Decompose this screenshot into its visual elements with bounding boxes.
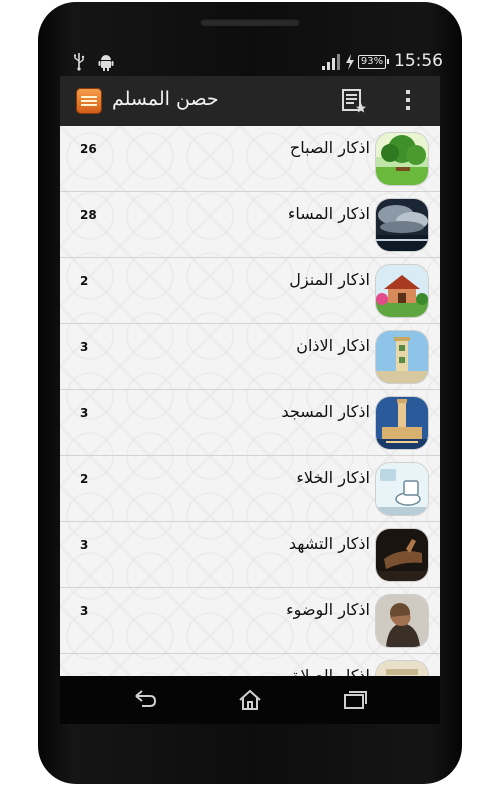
battery-indicator: 93% <box>358 55 389 69</box>
minaret-image <box>376 331 428 383</box>
prayer-image <box>376 661 428 676</box>
android-icon <box>98 55 114 71</box>
usb-icon <box>74 53 85 71</box>
home-icon[interactable] <box>237 688 263 712</box>
item-title: اذكار التشهد <box>288 534 370 553</box>
adhkar-list: 26 اذكار الصباح 28 اذكار المساء 2 اذكار … <box>60 126 440 676</box>
charging-bolt-icon <box>346 54 354 70</box>
item-title: اذكار المسجد <box>281 402 370 421</box>
list-item[interactable]: 28 اذكار المساء <box>60 192 440 258</box>
house-image <box>376 265 428 317</box>
item-title: اذكار الصلاة <box>292 666 370 676</box>
item-title: اذكار المنزل <box>289 270 370 289</box>
app-title: حصن المسلم <box>112 88 219 110</box>
item-title: اذكار المساء <box>287 204 370 223</box>
ablution-image <box>376 595 428 647</box>
item-count: 3 <box>80 340 89 354</box>
list-item[interactable]: اذكار الصلاة <box>60 654 440 676</box>
item-title: اذكار الوضوء <box>286 600 370 619</box>
action-bar: حصن المسلم <box>60 76 440 127</box>
item-count: 28 <box>80 208 97 222</box>
overflow-menu-icon[interactable] <box>404 90 412 112</box>
item-count: 26 <box>80 142 97 156</box>
morning-park-image <box>376 133 428 185</box>
list-item[interactable]: 2 اذكار المنزل <box>60 258 440 324</box>
list-item[interactable]: 2 اذكار الخلاء <box>60 456 440 522</box>
app-book-icon[interactable] <box>76 88 102 114</box>
item-count: 3 <box>80 604 89 618</box>
item-count: 2 <box>80 472 89 486</box>
item-count: 2 <box>80 274 89 288</box>
bookmarks-list-icon[interactable] <box>342 88 366 114</box>
mosque-image <box>376 397 428 449</box>
back-icon[interactable] <box>132 688 158 712</box>
phone-speaker <box>200 18 300 26</box>
evening-clouds-image <box>376 199 428 251</box>
item-title: اذكار الاذان <box>296 336 370 355</box>
bathroom-image <box>376 463 428 515</box>
battery-level: 93% <box>360 56 384 67</box>
item-count: 3 <box>80 538 89 552</box>
item-title: اذكار الخلاء <box>296 468 370 487</box>
system-nav-bar <box>60 676 440 724</box>
item-count: 3 <box>80 406 89 420</box>
list-item[interactable]: 26 اذكار الصباح <box>60 126 440 192</box>
status-clock: 15:56 <box>394 51 443 71</box>
prayer-hand-image <box>376 529 428 581</box>
list-item[interactable]: 3 اذكار المسجد <box>60 390 440 456</box>
recent-apps-icon[interactable] <box>342 688 368 712</box>
item-title: اذكار الصباح <box>289 138 370 157</box>
list-item[interactable]: 3 اذكار الاذان <box>60 324 440 390</box>
list-item[interactable]: 3 اذكار التشهد <box>60 522 440 588</box>
list-item[interactable]: 3 اذكار الوضوء <box>60 588 440 654</box>
signal-icon <box>322 54 340 70</box>
status-bar: 93% 15:56 <box>60 50 443 74</box>
